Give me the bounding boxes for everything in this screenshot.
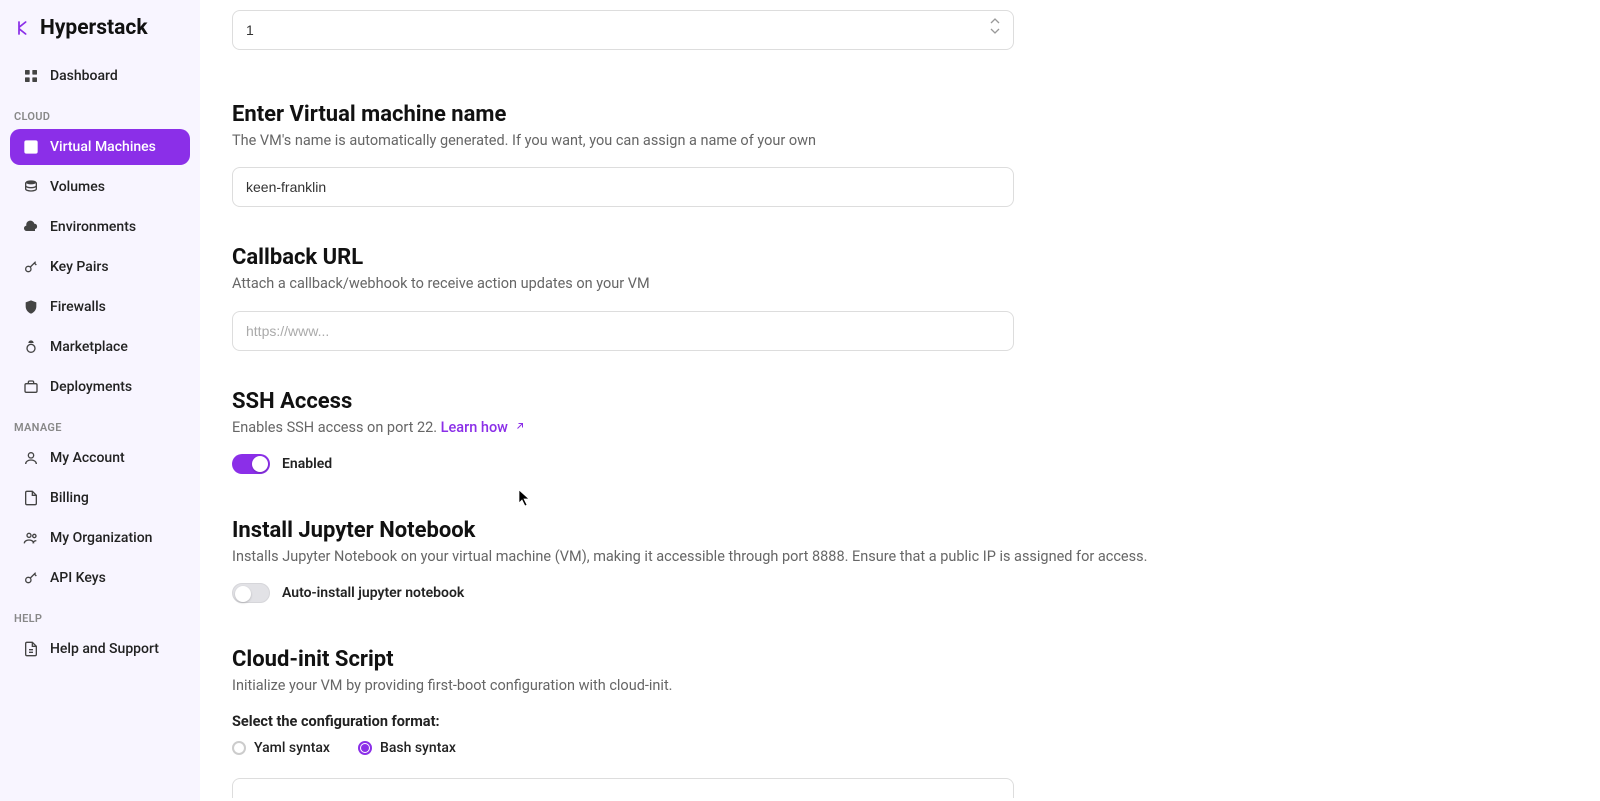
sidebar-section-cloud: CLOUD <box>10 98 190 129</box>
sidebar-item-label: Marketplace <box>50 339 128 355</box>
sidebar-item-virtual-machines[interactable]: Virtual Machines <box>10 129 190 165</box>
ssh-toggle[interactable] <box>232 454 270 474</box>
key-icon <box>22 258 40 276</box>
jupyter-toggle-label: Auto-install jupyter notebook <box>282 585 464 601</box>
brand[interactable]: Hyperstack <box>10 12 190 58</box>
cloudinit-desc: Initialize your VM by providing first-bo… <box>232 676 1132 696</box>
sidebar-item-environments[interactable]: Environments <box>10 209 190 245</box>
sidebar-item-firewalls[interactable]: Firewalls <box>10 289 190 325</box>
doc-icon <box>22 640 40 658</box>
sidebar-item-label: Volumes <box>50 179 105 195</box>
callback-title: Callback URL <box>232 245 1132 270</box>
callback-input[interactable] <box>232 311 1014 351</box>
ssh-learn-how-link[interactable]: Learn how <box>441 419 526 436</box>
ssh-toggle-label: Enabled <box>282 456 332 472</box>
quantity-input[interactable] <box>232 10 1014 50</box>
brand-name: Hyperstack <box>40 16 148 40</box>
cloudinit-select-label: Select the configuration format: <box>232 713 1132 730</box>
cloud-icon <box>22 218 40 236</box>
sidebar-item-label: Dashboard <box>50 68 118 84</box>
ssh-title: SSH Access <box>232 389 1132 414</box>
users-icon <box>22 529 40 547</box>
radio-label: Bash syntax <box>380 740 456 756</box>
radio-label: Yaml syntax <box>254 740 330 756</box>
sidebar-item-label: Help and Support <box>50 641 159 657</box>
file-icon <box>22 489 40 507</box>
sidebar-item-label: API Keys <box>50 570 106 586</box>
sidebar-item-api-keys[interactable]: API Keys <box>10 560 190 596</box>
chevron-down-icon[interactable] <box>990 26 1000 36</box>
sidebar-item-key-pairs[interactable]: Key Pairs <box>10 249 190 285</box>
volumes-icon <box>22 178 40 196</box>
jupyter-desc: Installs Jupyter Notebook on your virtua… <box>232 547 1332 567</box>
jupyter-title: Install Jupyter Notebook <box>232 518 1332 543</box>
jupyter-toggle[interactable] <box>232 583 270 603</box>
ssh-desc-text: Enables SSH access on port 22. <box>232 419 441 436</box>
brand-logo-icon <box>14 19 32 37</box>
sidebar-item-marketplace[interactable]: Marketplace <box>10 329 190 365</box>
ssh-desc: Enables SSH access on port 22. Learn how <box>232 418 1132 438</box>
sidebar-item-label: My Organization <box>50 530 152 546</box>
user-icon <box>22 449 40 467</box>
sidebar-item-volumes[interactable]: Volumes <box>10 169 190 205</box>
store-icon <box>22 338 40 356</box>
sidebar-item-label: Environments <box>50 219 136 235</box>
sidebar-section-manage: MANAGE <box>10 409 190 440</box>
callback-desc: Attach a callback/webhook to receive act… <box>232 274 1132 294</box>
sidebar-item-help-support[interactable]: Help and Support <box>10 631 190 667</box>
cloudinit-format-radio-group: Yaml syntax Bash syntax <box>232 740 1132 756</box>
external-link-icon <box>514 418 526 438</box>
sidebar-item-label: Firewalls <box>50 299 106 315</box>
sidebar-item-dashboard[interactable]: Dashboard <box>10 58 190 94</box>
vm-name-title: Enter Virtual machine name <box>232 102 1132 127</box>
briefcase-icon <box>22 378 40 396</box>
radio-dot-icon <box>232 741 246 755</box>
cloudinit-script-area[interactable] <box>232 778 1014 798</box>
sidebar-item-label: My Account <box>50 450 125 466</box>
chevron-up-icon[interactable] <box>990 16 1000 26</box>
sidebar-item-label: Virtual Machines <box>50 139 156 155</box>
radio-dot-icon <box>358 741 372 755</box>
sidebar-item-label: Deployments <box>50 379 132 395</box>
key-icon <box>22 569 40 587</box>
vm-name-desc: The VM's name is automatically generated… <box>232 131 1132 151</box>
vm-name-input[interactable] <box>232 167 1014 207</box>
shield-icon <box>22 298 40 316</box>
sidebar-item-my-organization[interactable]: My Organization <box>10 520 190 556</box>
main-content: Enter Virtual machine name The VM's name… <box>200 0 1600 801</box>
quantity-spinner[interactable] <box>990 16 1006 36</box>
radio-bash-syntax[interactable]: Bash syntax <box>358 740 456 756</box>
sidebar-item-billing[interactable]: Billing <box>10 480 190 516</box>
sidebar-item-deployments[interactable]: Deployments <box>10 369 190 405</box>
sidebar-item-label: Billing <box>50 490 89 506</box>
vm-icon <box>22 138 40 156</box>
sidebar-item-my-account[interactable]: My Account <box>10 440 190 476</box>
radio-yaml-syntax[interactable]: Yaml syntax <box>232 740 330 756</box>
sidebar: Hyperstack Dashboard CLOUD Virtual Machi… <box>0 0 200 801</box>
dashboard-icon <box>22 67 40 85</box>
sidebar-item-label: Key Pairs <box>50 259 109 275</box>
cloudinit-title: Cloud-init Script <box>232 647 1132 672</box>
sidebar-section-help: HELP <box>10 600 190 631</box>
link-text: Learn how <box>441 419 512 436</box>
